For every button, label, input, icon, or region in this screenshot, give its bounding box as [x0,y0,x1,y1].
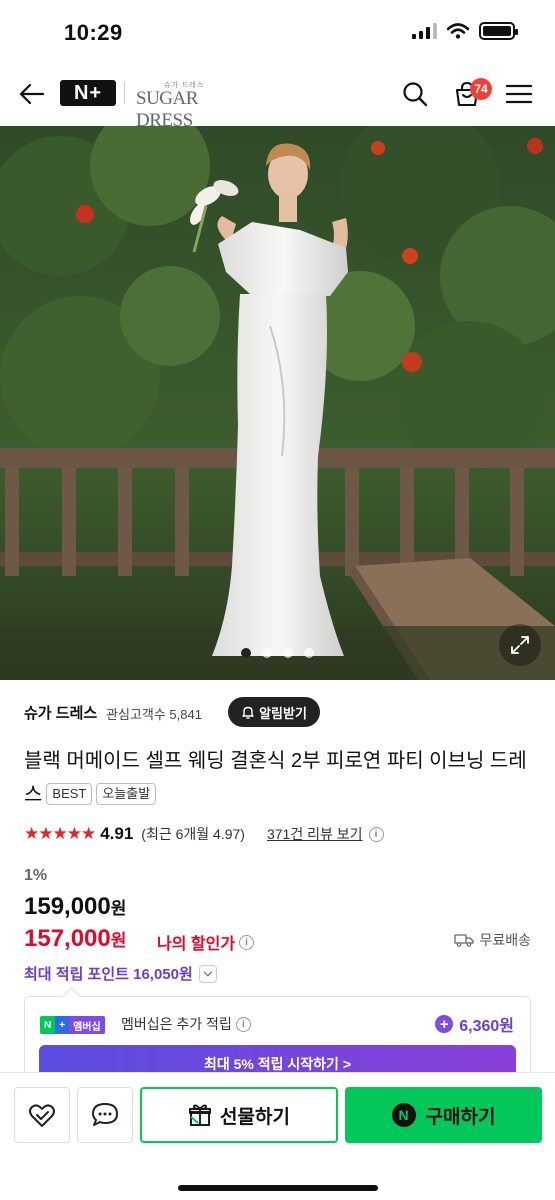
store-name[interactable]: 슈가 드레스 [24,702,97,723]
max-points-label: 최대 적립 포인트 16,050원 [24,966,193,983]
notification-label: 알림받기 [259,705,307,721]
sale-price-unit: 원 [110,931,127,950]
carousel-dot[interactable] [283,648,293,658]
carousel-indicator [0,648,555,658]
membership-logo-n: N [40,1016,56,1034]
membership-points-value: 6,360원 [459,1018,514,1035]
plus-circle-icon: + [435,1015,454,1033]
my-discount[interactable]: 나의 할인가 i [157,930,255,954]
membership-text-label: 멤버십은 추가 적립 [121,1016,232,1032]
review-link[interactable]: 371건 리뷰 보기 [267,824,363,844]
fullscreen-button[interactable] [499,624,541,666]
recent-rating: (최근 6개월 4.97) [141,826,245,842]
discount-rate: 1% [24,867,48,884]
gift-icon [189,1104,211,1126]
gift-label: 선물하기 [220,1106,290,1128]
info-icon[interactable]: i [235,1016,251,1032]
store-logo[interactable]: 슈가 드레스 SUGAR DRESS [136,80,246,131]
membership-logo-label: 멤버십 [69,1016,105,1034]
product-image[interactable] [0,126,555,680]
rating-stars: ★★★★★ [24,824,96,843]
gift-button[interactable]: 선물하기 [140,1087,338,1143]
battery-icon [479,22,518,40]
original-price: 159,000원 [24,893,126,921]
chevron-down-icon[interactable]: ⌵ [198,964,217,983]
status-bar: 10:29 [0,0,555,62]
membership-logo-plus: + [55,1016,70,1034]
follower-count: 관심고객수 5,841 [106,707,202,722]
today-shipping-tag: 오늘출발 [96,783,157,805]
hamburger-menu-icon [506,84,532,104]
header-divider [124,82,125,104]
buy-label: 구매하기 [425,1106,496,1128]
product-photo [0,126,555,680]
back-button[interactable] [12,62,52,126]
talk-button[interactable] [77,1087,133,1143]
search-icon [403,82,428,107]
rating-row: ★★★★★ 4.91 (최근 6개월 4.97) 371건 리뷰 보기 i [24,824,384,844]
shipping-info: 무료배송 [454,930,531,950]
search-button[interactable] [398,62,432,126]
carousel-dot[interactable] [262,648,272,658]
max-points[interactable]: 최대 적립 포인트 16,050원 ⌵ [24,963,217,984]
product-title: 블랙 머메이드 셀프 웨딩 결혼식 2부 피로연 파티 이브닝 드레스 BEST 오… [24,744,539,812]
chat-bubble-icon [92,1103,118,1126]
naver-pay-icon: N [391,1103,416,1127]
heart-check-icon [29,1104,55,1127]
status-icons [412,22,518,40]
info-icon[interactable]: i [239,934,255,950]
original-price-unit: 원 [110,899,127,918]
original-price-value: 159,000 [24,893,111,920]
bottom-action-bar: 선물하기 N 구매하기 [0,1072,555,1200]
sale-price-value: 157,000 [24,925,111,952]
wifi-icon [447,23,469,39]
cart-count-badge: 74 [470,78,492,100]
signal-icon [412,23,437,39]
expand-icon [511,636,529,654]
membership-text: 멤버십은 추가 적립 i [121,1014,251,1034]
menu-button[interactable] [502,62,536,126]
home-indicator[interactable] [178,1185,378,1191]
naver-plus-logo[interactable]: N+ [60,80,116,106]
shipping-label: 무료배송 [479,932,531,948]
buy-button[interactable]: N 구매하기 [345,1087,542,1143]
status-time: 10:29 [64,20,123,45]
like-button[interactable] [14,1087,70,1143]
notification-button[interactable]: 알림받기 [228,697,320,727]
carousel-dot[interactable] [241,648,251,658]
info-icon[interactable]: i [368,826,384,842]
membership-logo: N + 멤버십 [40,1016,105,1034]
best-tag: BEST [46,783,93,805]
truck-icon [454,934,475,947]
bell-icon [242,706,254,719]
membership-points: + 6,360원 [435,1012,514,1036]
my-discount-label: 나의 할인가 [157,936,236,953]
carousel-dot[interactable] [304,648,314,658]
rating-score: 4.91 [100,824,134,843]
sale-price: 157,000원 [24,925,126,953]
arrow-left-icon [19,83,45,105]
